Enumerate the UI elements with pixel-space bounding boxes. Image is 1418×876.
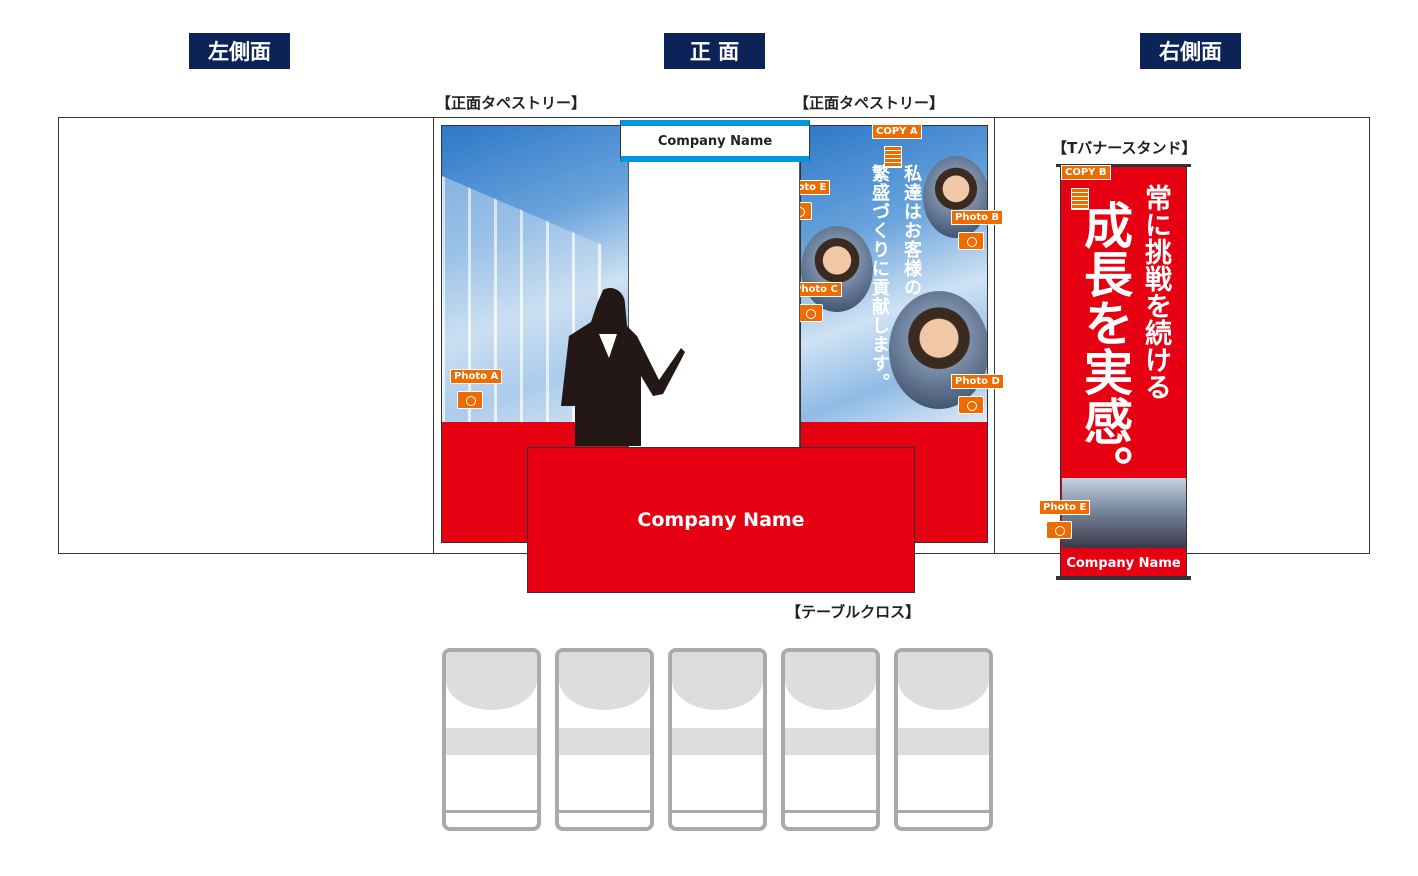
- chair: [668, 648, 767, 831]
- camera-icon: [797, 304, 823, 322]
- header-right-side: 右側面: [1140, 33, 1241, 69]
- presenter-silhouette: [561, 287, 685, 446]
- tag-photo-e-banner: Photo E: [1039, 500, 1091, 515]
- photo-b: [923, 156, 987, 238]
- chair: [781, 648, 880, 831]
- label-banner-stand: 【Tバナースタンド】: [1052, 139, 1197, 157]
- banner-bottom-bar: [1056, 576, 1191, 580]
- divider-left: [433, 117, 434, 554]
- tag-photo-d: Photo D: [951, 374, 1004, 389]
- company-sign: Company Name: [620, 120, 810, 162]
- camera-icon: [958, 232, 984, 250]
- tag-copy-a: COPY A: [872, 124, 922, 139]
- chair: [555, 648, 654, 831]
- banner-sub-copy: 常に挑戦を続ける: [1140, 184, 1171, 400]
- divider-right: [994, 117, 995, 554]
- tag-copy-b: COPY B: [1061, 165, 1111, 180]
- banner-main-copy: 成長を実感。: [1076, 200, 1133, 494]
- tag-photo-b: Photo B: [951, 210, 1004, 225]
- copy-line-2: 繁盛づくりに貢献します。: [869, 164, 890, 392]
- copy-line-1: 私達はお客様の: [901, 164, 922, 297]
- document-icon: [884, 146, 902, 168]
- camera-icon: [958, 396, 984, 414]
- label-table-cloth: 【テーブルクロス】: [786, 603, 921, 621]
- tag-photo-a: Photo A: [450, 369, 503, 384]
- header-left-side: 左側面: [189, 33, 290, 69]
- camera-icon: [457, 391, 483, 409]
- camera-icon: [1046, 521, 1072, 539]
- chair: [442, 648, 541, 831]
- header-front: 正 面: [664, 33, 765, 69]
- chair: [894, 648, 993, 831]
- label-tapestry-right: 【正面タペストリー】: [794, 94, 945, 112]
- photo-d: [889, 291, 987, 409]
- label-tapestry-left: 【正面タペストリー】: [436, 94, 587, 112]
- document-icon: [1071, 188, 1089, 210]
- table-cloth: Company Name: [527, 447, 915, 593]
- banner-company: Company Name: [1066, 555, 1181, 571]
- photo-c: [801, 226, 873, 312]
